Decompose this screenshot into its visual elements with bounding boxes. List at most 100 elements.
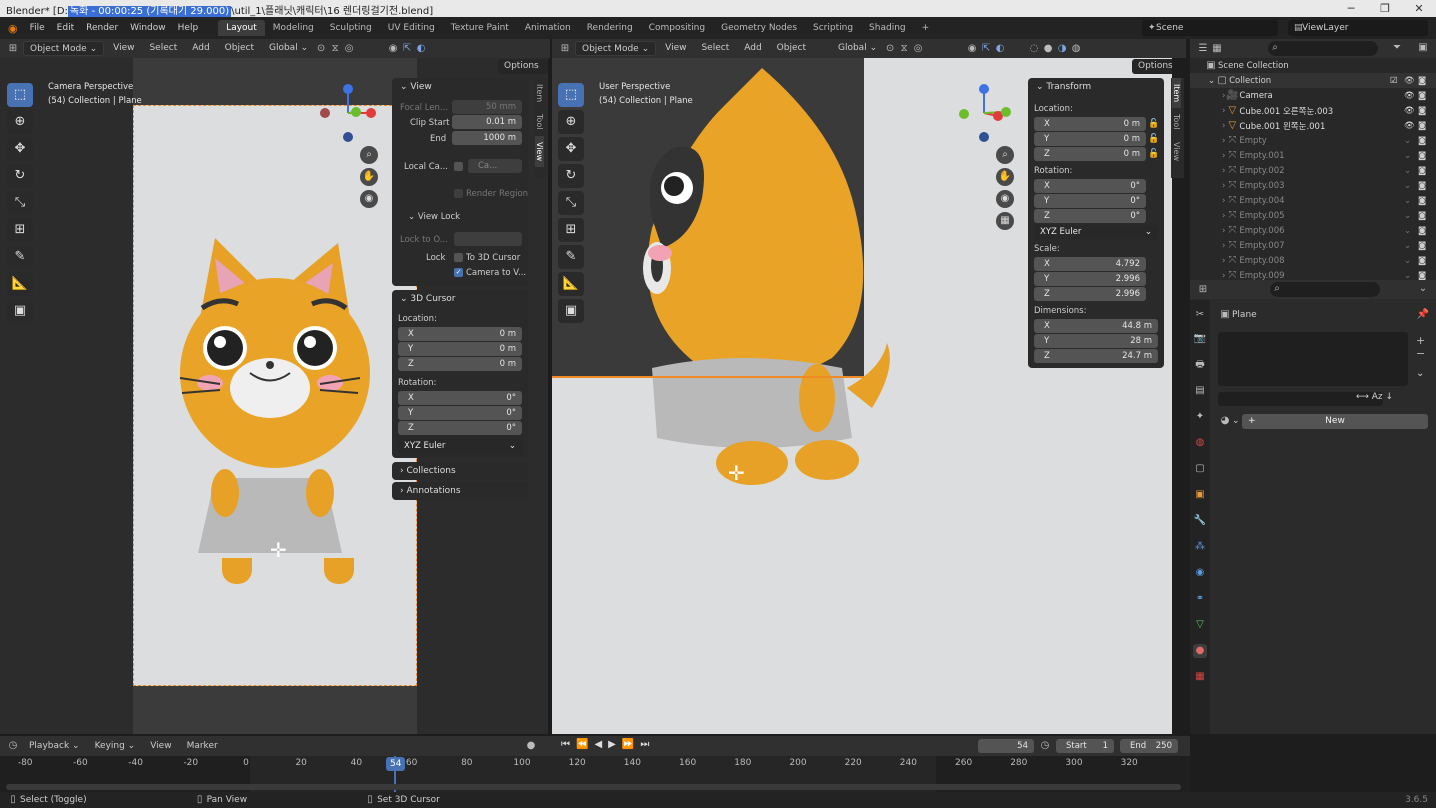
play-reverse-icon[interactable]: ◀	[591, 739, 605, 750]
scale-y-field[interactable]: Y 2.996	[1034, 272, 1146, 286]
material-slot-list[interactable]	[1218, 332, 1408, 386]
annotate-tool[interactable]: ✎	[558, 245, 584, 269]
add-cube-tool[interactable]: ▣	[558, 299, 584, 323]
end-frame-field[interactable]: End 250	[1120, 739, 1178, 753]
add-cube-tool[interactable]: ▣	[7, 299, 33, 323]
add-workspace-icon[interactable]: +	[914, 20, 938, 36]
camera-restrict-icon[interactable]: ◙	[1418, 196, 1426, 206]
record-icon[interactable]: ●	[524, 739, 538, 753]
cursor-loc-x[interactable]: X 0 m	[398, 327, 522, 341]
scale-x-field[interactable]: X 4.792	[1034, 257, 1146, 271]
tab-scripting[interactable]: Scripting	[805, 20, 861, 36]
blender-logo-icon[interactable]: ◉	[0, 22, 24, 35]
location-x-field[interactable]: X 0 m	[1034, 117, 1146, 131]
jump-keyframe-back-icon[interactable]: ⏪	[573, 739, 591, 750]
eye-icon[interactable]: ⌄	[1404, 226, 1411, 236]
eye-icon[interactable]: ⌄	[1404, 151, 1411, 161]
jump-start-icon[interactable]: ⏮	[558, 739, 573, 750]
tab-texture-paint[interactable]: Texture Paint	[443, 20, 517, 36]
cursor-rotation-mode-dropdown[interactable]: XYZ Euler ⌄	[398, 439, 522, 453]
camera-restrict-icon[interactable]: ◙	[1418, 211, 1426, 221]
menu-window[interactable]: Window	[124, 23, 172, 33]
chevron-down-icon[interactable]: ⌄	[1416, 282, 1430, 296]
outliner-collection[interactable]: ⌄ ▢ Collection ☑ 👁 ◙	[1190, 73, 1436, 88]
collection-tab-icon[interactable]: ▢	[1193, 462, 1207, 476]
measure-tool[interactable]: 📐	[7, 272, 33, 296]
eye-icon[interactable]: 👁	[1404, 91, 1415, 101]
play-icon[interactable]: ▶	[605, 739, 619, 750]
eye-icon[interactable]: ⌄	[1404, 241, 1411, 251]
sort-icons[interactable]: ⟷ Az ↓	[1356, 392, 1393, 402]
tab-tool[interactable]: Tool	[535, 108, 544, 136]
physics-tab-icon[interactable]: ◉	[1193, 566, 1207, 580]
filter-icon[interactable]: ⏷	[1390, 41, 1404, 55]
rendered-shading-icon[interactable]: ◍	[1069, 42, 1083, 56]
playhead-label[interactable]: 54	[386, 757, 406, 771]
location-z-field[interactable]: Z 0 m	[1034, 147, 1146, 161]
camera-restrict-icon[interactable]: ◙	[1418, 181, 1426, 191]
camera-restrict-icon[interactable]: ◙	[1418, 166, 1426, 176]
output-tab-icon[interactable]: 🖶	[1193, 358, 1207, 372]
left-navigation-gizmo[interactable]	[318, 80, 382, 144]
camera-restrict-icon[interactable]: ◙	[1418, 241, 1426, 251]
rotate-tool[interactable]: ↻	[7, 164, 33, 188]
location-y-field[interactable]: Y 0 m	[1034, 132, 1146, 146]
zoom-icon[interactable]: ⌕	[996, 146, 1014, 164]
start-frame-field[interactable]: Start 1	[1056, 739, 1114, 753]
menu-playback[interactable]: Playback ⌄	[23, 739, 86, 754]
outliner-item[interactable]: › ⤧ Empty.002 ⌄ ◙	[1190, 163, 1436, 178]
cursor-rot-x[interactable]: X 0°	[398, 391, 522, 405]
scene-selector[interactable]: ✦ Scene	[1142, 20, 1278, 36]
camera-restrict-icon[interactable]: ◙	[1418, 91, 1426, 101]
view-section-header[interactable]: ⌄ View	[392, 78, 528, 96]
jump-keyframe-forward-icon[interactable]: ⏩	[619, 739, 637, 750]
timeline-track[interactable]: -80 -60 -40 -20 0 20 40 60 80 100 120 140 160 180 200 2…	[0, 756, 1190, 792]
properties-search-input[interactable]: ⌕	[1270, 282, 1380, 297]
camera-restrict-icon[interactable]: ◙	[1418, 151, 1426, 161]
outliner-item[interactable]: › ▽ Cube.001 왼쪽눈.001 👁 ◙	[1190, 118, 1436, 133]
eye-icon[interactable]: 👁	[1404, 76, 1415, 86]
menu-keying[interactable]: Keying ⌄	[89, 739, 142, 754]
camera-restrict-icon[interactable]: ◙	[1418, 121, 1426, 131]
current-frame-field[interactable]: 54	[978, 739, 1034, 753]
tab-rendering[interactable]: Rendering	[579, 20, 641, 36]
eye-icon[interactable]: ⌄	[1404, 166, 1411, 176]
pivot-icon[interactable]: ⊙	[883, 42, 897, 56]
timeline-scrollbar[interactable]	[6, 784, 1181, 790]
right-menu-object[interactable]: Object	[771, 41, 812, 56]
annotate-tool[interactable]: ✎	[7, 245, 33, 269]
to-3d-cursor-checkbox[interactable]	[454, 253, 463, 262]
menu-edit[interactable]: Edit	[51, 23, 80, 33]
lock-icons-column[interactable]: 🔓 🔓 🔓	[1148, 117, 1159, 162]
snap-icon[interactable]: ⧖	[897, 42, 911, 56]
tab-modeling[interactable]: Modeling	[265, 20, 322, 36]
outliner-item[interactable]: › ⤧ Empty.007 ⌄ ◙	[1190, 238, 1436, 253]
view-layer-selector[interactable]: ▤ ViewLayer	[1288, 20, 1428, 36]
menu-render[interactable]: Render	[80, 23, 124, 33]
tab-uv-editing[interactable]: UV Editing	[380, 20, 443, 36]
left-menu-object[interactable]: Object	[219, 41, 260, 56]
rotation-x-field[interactable]: X 0°	[1034, 179, 1146, 193]
right-menu-view[interactable]: View	[659, 41, 692, 56]
left-options-dropdown[interactable]: Options ⌄	[498, 59, 548, 86]
world-tab-icon[interactable]: ◍	[1193, 436, 1207, 450]
new-material-button[interactable]: + New	[1242, 414, 1428, 429]
tab-view[interactable]: View	[1172, 136, 1181, 167]
transform-tool[interactable]: ⊞	[7, 218, 33, 242]
render-tab-icon[interactable]: 📷	[1193, 332, 1207, 346]
rotate-tool[interactable]: ↻	[558, 164, 584, 188]
view-layer-tab-icon[interactable]: ▤	[1193, 384, 1207, 398]
cursor-rot-z[interactable]: Z 0°	[398, 421, 522, 435]
camera-restrict-icon[interactable]: ◙	[1418, 136, 1426, 146]
pan-hand-icon[interactable]: ✋	[360, 168, 378, 186]
menu-timeline-view[interactable]: View	[144, 739, 177, 754]
constraints-tab-icon[interactable]: ⚭	[1193, 592, 1207, 606]
tab-geometry-nodes[interactable]: Geometry Nodes	[713, 20, 805, 36]
outliner-item[interactable]: › ⤧ Empty.008 ⌄ ◙	[1190, 253, 1436, 268]
grid-view-icon[interactable]: ▦	[996, 212, 1014, 230]
right-mode-dropdown[interactable]: Object Mode ⌄	[575, 41, 657, 56]
clock-icon[interactable]: ◷	[1038, 739, 1052, 753]
cursor-rot-y[interactable]: Y 0°	[398, 406, 522, 420]
rotation-y-field[interactable]: Y 0°	[1034, 194, 1146, 208]
tab-view[interactable]: View	[535, 135, 544, 167]
